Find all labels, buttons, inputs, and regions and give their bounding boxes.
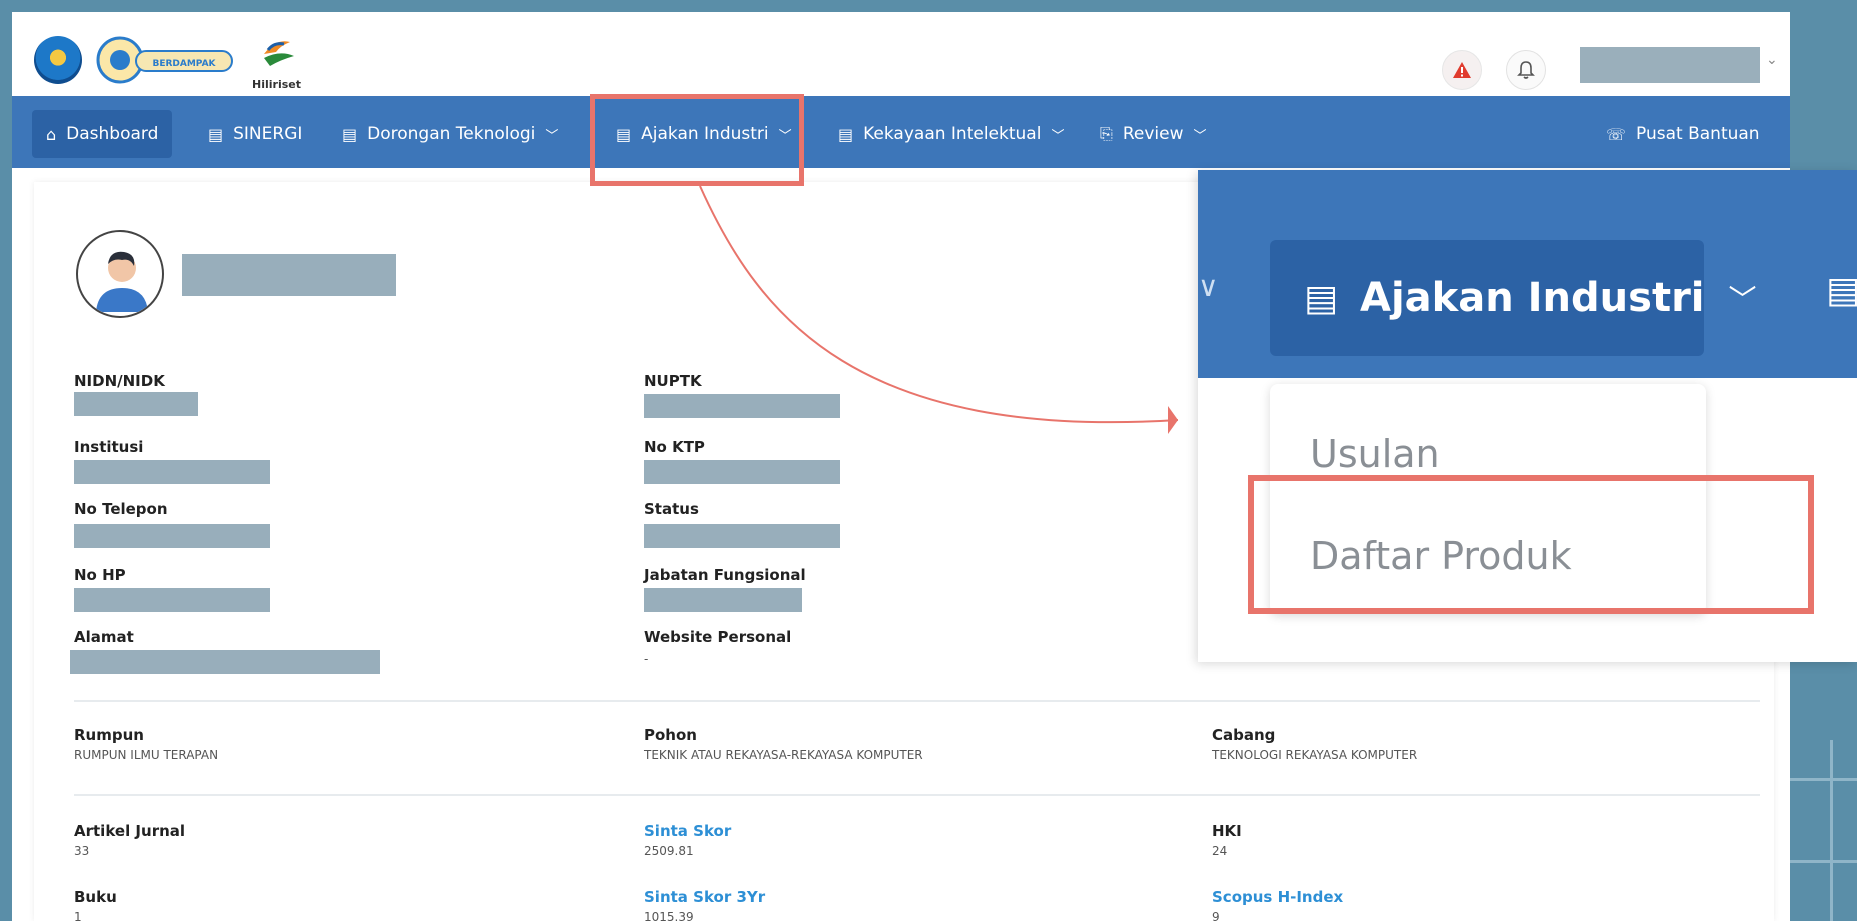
zoom-navbar: ∨ ▤ Ajakan Industri ﹀ ▤ bbox=[1198, 170, 1857, 378]
field-alamat-value-redacted bbox=[70, 650, 380, 674]
field-ktp-label: No KTP bbox=[644, 438, 705, 456]
pohon-label: Pohon bbox=[644, 726, 697, 744]
divider bbox=[74, 700, 1760, 702]
chevron-down-icon: ﹀ bbox=[1728, 283, 1757, 316]
scopus-hindex-value: 9 bbox=[1212, 910, 1220, 921]
berdampak-logo-text: BERDAMPAK bbox=[152, 59, 216, 69]
background-grid bbox=[1786, 660, 1857, 921]
alert-button[interactable] bbox=[1442, 50, 1482, 90]
document-icon: ▤ bbox=[1304, 277, 1339, 319]
nav-dorongan-label: Dorongan Teknologi bbox=[367, 124, 536, 144]
nav-sinergi-label: SINERGI bbox=[233, 124, 303, 144]
notification-button[interactable] bbox=[1506, 50, 1546, 90]
field-telepon-label: No Telepon bbox=[74, 500, 168, 518]
nav-dashboard[interactable]: ⌂ Dashboard bbox=[32, 110, 173, 158]
artikel-label: Artikel Jurnal bbox=[74, 822, 186, 840]
menu-item-usulan[interactable]: Usulan bbox=[1310, 432, 1440, 476]
field-jabatan-label: Jabatan Fungsional bbox=[644, 566, 806, 584]
field-hp-label: No HP bbox=[74, 566, 126, 584]
zoom-ajakan-industri-tab[interactable]: ▤ Ajakan Industri ﹀ bbox=[1270, 240, 1757, 356]
chevron-down-icon: ﹀ bbox=[1193, 128, 1207, 144]
field-hp-value-redacted bbox=[74, 588, 270, 612]
field-status-value-redacted bbox=[644, 524, 840, 548]
scopus-hindex-link[interactable]: Scopus H-Index bbox=[1212, 888, 1343, 906]
chevron-icon: ∨ bbox=[1198, 270, 1219, 303]
buku-value: 1 bbox=[74, 910, 82, 921]
user-name-redacted bbox=[182, 254, 396, 296]
sinta-skor-3yr-link[interactable]: Sinta Skor 3Yr bbox=[644, 888, 765, 906]
field-ktp-value-redacted bbox=[644, 460, 840, 484]
field-nidn-value-redacted bbox=[74, 392, 198, 416]
chevron-down-icon: ﹀ bbox=[545, 128, 559, 144]
buku-label: Buku bbox=[74, 888, 117, 906]
pohon-value: TEKNIK ATAU REKAYASA-REKAYASA KOMPUTER bbox=[644, 748, 923, 762]
field-website-value: - bbox=[644, 652, 649, 666]
nav-sinergi[interactable]: ▤ SINERGI bbox=[208, 110, 302, 158]
kemdikbud-logo bbox=[34, 36, 82, 84]
field-website-label: Website Personal bbox=[644, 628, 792, 646]
nav-dorongan-teknologi[interactable]: ▤ Dorongan Teknologi ﹀ bbox=[342, 110, 558, 158]
field-alamat-label: Alamat bbox=[74, 628, 134, 646]
rumpun-value: RUMPUN ILMU TERAPAN bbox=[74, 748, 219, 762]
field-nuptk-value-redacted bbox=[644, 394, 840, 418]
cabang-label: Cabang bbox=[1212, 726, 1276, 744]
chevron-down-icon[interactable]: ⌄ bbox=[1766, 52, 1778, 68]
sinta-skor-link[interactable]: Sinta Skor bbox=[644, 822, 731, 840]
chevron-down-icon: ﹀ bbox=[1051, 128, 1065, 144]
field-telepon-value-redacted bbox=[74, 524, 270, 548]
cabang-value: TEKNOLOGI REKAYASA KOMPUTER bbox=[1212, 748, 1418, 762]
user-menu-redacted[interactable] bbox=[1580, 47, 1760, 83]
field-institusi-label: Institusi bbox=[74, 438, 144, 456]
sinta-skor-3yr-value: 1015.39 bbox=[644, 910, 694, 921]
hki-value: 24 bbox=[1212, 844, 1228, 858]
alert-icon bbox=[1453, 62, 1471, 78]
berdampak-logo: BERDAMPAK bbox=[96, 36, 236, 84]
nav-pusat-bantuan[interactable]: ☏ Pusat Bantuan bbox=[1606, 110, 1760, 158]
field-nuptk-label: NUPTK bbox=[644, 372, 702, 390]
rumpun-label: Rumpun bbox=[74, 726, 144, 744]
nav-review[interactable]: ⎘ Review ﹀ bbox=[1100, 110, 1206, 158]
divider bbox=[74, 794, 1760, 796]
artikel-value: 33 bbox=[74, 844, 90, 858]
bell-icon bbox=[1517, 61, 1535, 79]
help-icon: ☏ bbox=[1606, 124, 1627, 144]
zoom-tab-label: Ajakan Industri bbox=[1360, 275, 1705, 321]
document-icon: ▤ bbox=[1826, 270, 1857, 311]
top-header: BERDAMPAK Hiliriset ⌄ bbox=[12, 12, 1790, 96]
field-status-label: Status bbox=[644, 500, 699, 518]
document-icon: ▤ bbox=[342, 124, 358, 144]
sinta-skor-value: 2509.81 bbox=[644, 844, 694, 858]
nav-kekayaan-intelektual[interactable]: ▤ Kekayaan Intelektual ﹀ bbox=[838, 110, 1064, 158]
document-icon: ▤ bbox=[208, 124, 224, 144]
field-jabatan-value-redacted bbox=[644, 588, 802, 612]
hki-label: HKI bbox=[1212, 822, 1242, 840]
field-institusi-value-redacted bbox=[74, 460, 270, 484]
daftar-produk-highlight-annotation bbox=[1248, 475, 1814, 614]
nav-dashboard-label: Dashboard bbox=[66, 124, 159, 144]
nav-help-label: Pusat Bantuan bbox=[1636, 124, 1760, 144]
document-icon: ▤ bbox=[838, 124, 854, 144]
review-icon: ⎘ bbox=[1100, 124, 1113, 143]
field-nidn-label: NIDN/NIDK bbox=[74, 372, 165, 390]
home-icon: ⌂ bbox=[46, 124, 57, 144]
nav-review-label: Review bbox=[1122, 124, 1184, 144]
nav-highlight-annotation bbox=[590, 94, 804, 186]
brand-text: Hiliriset bbox=[252, 78, 301, 91]
nav-kekayaan-label: Kekayaan Intelektual bbox=[863, 124, 1042, 144]
main-navbar: ⌂ Dashboard ▤ SINERGI ▤ Dorongan Teknolo… bbox=[12, 96, 1790, 168]
avatar bbox=[76, 230, 164, 318]
